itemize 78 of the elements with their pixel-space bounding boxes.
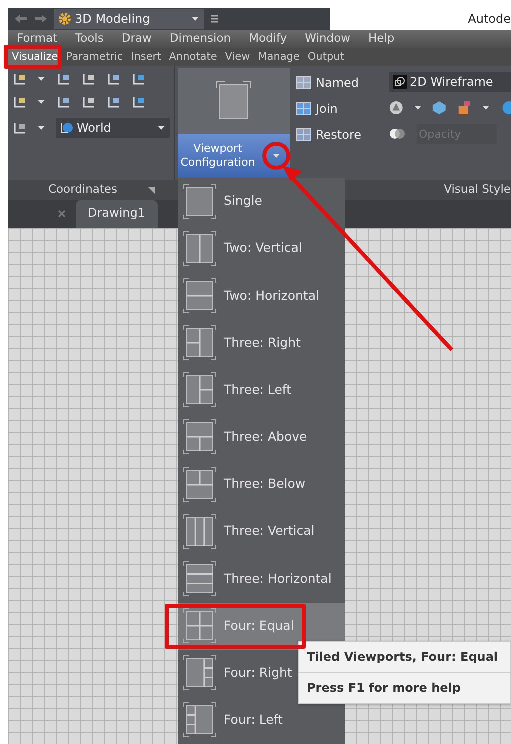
menu-item[interactable]: Three: Horizontal <box>178 555 345 603</box>
viewport-button-top[interactable] <box>178 68 290 134</box>
wireframe-icon <box>393 75 407 89</box>
viewport-layout-icon <box>182 654 218 692</box>
globe-icon <box>60 121 74 135</box>
menu-item[interactable]: Three: Right <box>178 320 345 367</box>
viewport-layout-icon <box>182 607 218 646</box>
visual-style-dropdown[interactable]: 2D Wireframe <box>389 72 511 92</box>
tooltip-title: Tiled Viewports, Four: Equal <box>299 642 510 673</box>
caret-icon[interactable] <box>37 98 46 106</box>
ucs-icon[interactable] <box>12 72 27 86</box>
viewport-layout-icon <box>182 371 218 410</box>
ucs-dropdown[interactable]: World <box>56 118 170 138</box>
viewport-layout-icon <box>182 512 218 551</box>
ucs-icon[interactable] <box>81 72 96 86</box>
viewports-icon <box>296 76 312 90</box>
menu-item[interactable]: Format <box>8 30 67 48</box>
menu-item[interactable]: Single <box>178 178 345 226</box>
viewport-layout-icon <box>182 418 218 456</box>
window-title: Autode <box>468 11 511 28</box>
caret-icon[interactable] <box>37 75 46 83</box>
viewport-layout-icon <box>182 230 218 268</box>
menu-item[interactable]: Three: Above <box>178 414 345 462</box>
ucs-icon[interactable] <box>12 95 27 109</box>
menu-item[interactable]: Three: Left <box>178 366 345 414</box>
panel-title: Visual Style <box>444 181 511 198</box>
viewport-layout-icon <box>182 560 218 598</box>
ribbon-tab[interactable]: Annotate <box>165 48 222 66</box>
viewport-layout-icon <box>182 701 218 740</box>
ucs-icon[interactable] <box>131 72 146 86</box>
caret-icon <box>157 124 166 132</box>
expand-icon[interactable] <box>148 186 155 194</box>
menu-item[interactable]: Draw <box>112 30 161 48</box>
ucs-icon[interactable] <box>56 72 71 86</box>
menu-item[interactable]: Two: Vertical <box>178 225 345 272</box>
close-icon[interactable] <box>58 210 66 218</box>
ucs-icon[interactable] <box>56 95 71 109</box>
viewports-icon <box>296 128 312 142</box>
viewport-layout-icon <box>182 276 218 315</box>
ribbon-tab[interactable]: Manage <box>254 48 304 66</box>
menu-item[interactable]: Help <box>360 30 404 48</box>
ribbon-tab[interactable]: Output <box>304 48 348 66</box>
ribbon-tab[interactable]: View <box>221 48 254 66</box>
caret-icon[interactable] <box>414 104 422 112</box>
tool-label[interactable]: Restore <box>316 126 362 144</box>
file-tab[interactable]: Drawing1 <box>76 200 158 228</box>
menu-item[interactable]: Three: Vertical <box>178 508 345 556</box>
tool-label[interactable]: Join <box>316 100 338 118</box>
viewports-icon <box>296 102 312 116</box>
menu-item[interactable]: Four: Left <box>178 696 345 744</box>
ucs-icon[interactable] <box>106 95 121 109</box>
tool-label[interactable]: Named <box>316 74 360 92</box>
ucs-icon[interactable] <box>12 121 27 135</box>
menu-item[interactable]: Two: Horizontal <box>178 272 345 320</box>
caret-icon <box>191 15 200 23</box>
menu-item[interactable]: Tools <box>66 30 113 48</box>
caret-icon[interactable] <box>272 152 281 160</box>
viewport-layout-icon <box>182 466 218 504</box>
menu-item[interactable]: Window <box>296 30 360 48</box>
ribbon-tab[interactable]: Parametric <box>62 48 128 66</box>
customize-icon[interactable] <box>210 14 219 24</box>
gear-icon <box>58 12 72 26</box>
caret-icon[interactable] <box>482 104 490 112</box>
ucs-icon[interactable] <box>81 95 96 109</box>
opacity-icon <box>389 128 407 140</box>
viewport-configuration-button[interactable]: Viewport Configuration <box>178 134 290 178</box>
viewport-layout-icon <box>182 182 218 221</box>
viewport-layout-icon <box>182 324 218 362</box>
menu-item[interactable]: Three: Below <box>178 461 345 508</box>
ucs-icon[interactable] <box>106 72 121 86</box>
tooltip-hint: Press F1 for more help <box>306 680 462 697</box>
ucs-icon[interactable] <box>131 95 146 109</box>
menu-item[interactable]: Modify <box>240 30 296 48</box>
caret-icon[interactable] <box>37 124 46 132</box>
workspace-dropdown[interactable]: 3D Modeling <box>54 9 204 29</box>
menu-item[interactable]: Dimension <box>160 30 240 48</box>
panel-title: Coordinates <box>48 181 118 198</box>
ribbon-tab[interactable]: Insert <box>127 48 166 66</box>
